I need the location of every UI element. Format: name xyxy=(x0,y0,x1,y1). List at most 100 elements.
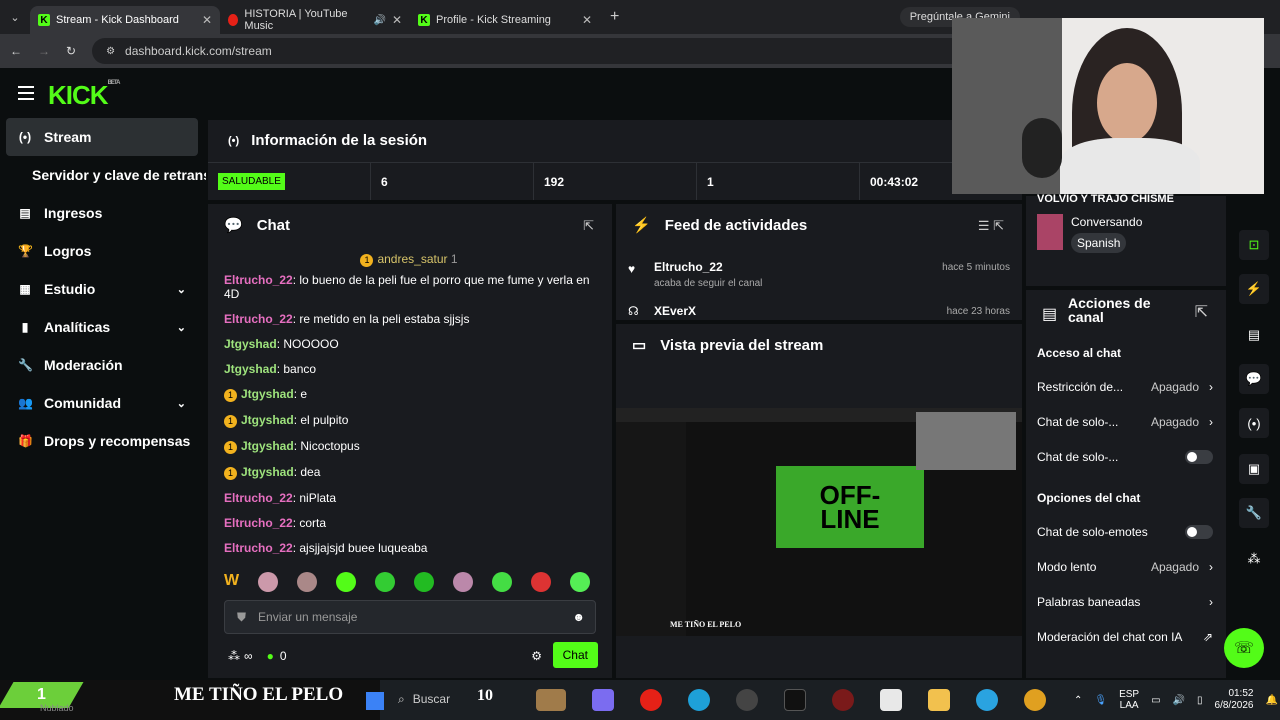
copilot-icon[interactable] xyxy=(592,689,614,711)
badge-icon: 1 xyxy=(224,467,237,480)
sidebar-item-drops[interactable]: 🎁 Drops y recompensas xyxy=(0,422,206,460)
search-field[interactable]: ⌕ Buscar xyxy=(398,692,450,707)
chat-username[interactable]: Eltrucho_22 xyxy=(224,273,293,287)
emote-icon[interactable] xyxy=(258,572,279,592)
chat-username[interactable]: Jtgyshad xyxy=(241,465,294,479)
notification-icon[interactable]: 🔔 xyxy=(1265,695,1277,706)
emoji-icon[interactable]: ☻ xyxy=(572,610,585,624)
tab-kick-profile[interactable]: K Profile - Kick Streaming ✕ xyxy=(410,6,600,34)
webcam-overlay xyxy=(952,18,1264,194)
start-icon[interactable] xyxy=(366,692,384,710)
chrome-icon[interactable] xyxy=(1024,689,1046,711)
folder-icon[interactable] xyxy=(928,689,950,711)
emote-icon[interactable] xyxy=(375,572,396,592)
emote-icon[interactable] xyxy=(453,572,474,592)
row-palabras[interactable]: Palabras baneadas › xyxy=(1037,595,1213,609)
send-chat-button[interactable]: Chat xyxy=(552,642,598,668)
sidebar-item-analiticas[interactable]: ▮ Analíticas ⌄ xyxy=(0,308,206,346)
sidebar-item-stream[interactable]: (•) Stream xyxy=(6,118,198,156)
url-field[interactable]: ⚙ dashboard.kick.com/stream xyxy=(92,38,993,64)
sidebar-item-logros[interactable]: 🏆 Logros xyxy=(0,232,206,270)
emote-icon[interactable] xyxy=(492,572,513,592)
row-modo-lento[interactable]: Modo lento Apagado › xyxy=(1037,560,1213,574)
chat-username[interactable]: Jtgyshad xyxy=(241,413,294,427)
youtube-icon[interactable] xyxy=(640,689,662,711)
sidebar-item-servidor[interactable]: Servidor y clave de retransmisión xyxy=(0,156,206,194)
layout-icon[interactable]: ▣ xyxy=(1239,454,1269,484)
tiktok-icon[interactable] xyxy=(784,689,806,711)
toggle[interactable] xyxy=(1185,450,1213,464)
emote-icon[interactable] xyxy=(531,572,552,592)
notes-icon[interactable]: ▤ xyxy=(1239,320,1269,350)
chat-username[interactable]: Eltrucho_22 xyxy=(224,516,293,530)
chevron-down-icon: ⌄ xyxy=(176,321,186,334)
tab-kick-dashboard[interactable]: K Stream - Kick Dashboard ✕ xyxy=(30,6,220,34)
sidebar-item-ingresos[interactable]: ▤ Ingresos xyxy=(0,194,206,232)
close-tab-icon[interactable]: ✕ xyxy=(392,13,402,27)
row-restriccion[interactable]: Restricción de... Apagado › xyxy=(1037,380,1213,394)
sidebar-item-comunidad[interactable]: 👥 Comunidad ⌄ xyxy=(0,384,206,422)
telegram-icon[interactable] xyxy=(976,689,998,711)
chat-username[interactable]: Jtgyshad xyxy=(224,337,277,351)
emote-icon[interactable] xyxy=(570,572,591,592)
shield-icon: ⛊ xyxy=(237,609,247,624)
volume-icon[interactable]: 🔊 xyxy=(1173,695,1185,706)
sidebar-item-estudio[interactable]: ▦ Estudio ⌄ xyxy=(0,270,206,308)
sidebar-item-moderacion[interactable]: 🔧 Moderación xyxy=(0,346,206,384)
chat-username[interactable]: Jtgyshad xyxy=(224,362,277,376)
menu-icon[interactable] xyxy=(18,86,34,100)
language-indicator[interactable]: ESP LAA xyxy=(1119,689,1139,711)
site-info-icon[interactable]: ⚙ xyxy=(106,46,115,57)
chat-input[interactable]: ⛊ Enviar un mensaje ☻ xyxy=(224,600,596,634)
chat-message: Eltrucho_22: re metido en la peli estaba… xyxy=(224,312,594,326)
chevron-up-icon[interactable]: ⌃ xyxy=(1074,695,1082,706)
record-icon[interactable] xyxy=(832,689,854,711)
chat-username[interactable]: Jtgyshad xyxy=(241,387,294,401)
emote-icon[interactable] xyxy=(414,572,435,592)
popout-icon[interactable]: ⇱ xyxy=(1195,302,1208,322)
chat-text: : NOOOOO xyxy=(276,337,339,351)
row-solo-1[interactable]: Chat de solo-... Apagado › xyxy=(1037,415,1213,429)
row-solo-2[interactable]: Chat de solo-... xyxy=(1037,450,1213,464)
broadcast-icon[interactable]: (•) xyxy=(1239,408,1269,438)
emote-icon[interactable] xyxy=(297,572,318,592)
tab-youtube-music[interactable]: HISTORIA | YouTube Music 🔊 ✕ xyxy=(220,6,410,34)
preview-video[interactable]: OFF-LINE ME TIÑO EL PELO xyxy=(616,408,1022,636)
battery-icon[interactable]: ▯ xyxy=(1197,695,1203,706)
popout-icon[interactable]: ⇱ xyxy=(583,218,594,234)
store-icon[interactable] xyxy=(880,689,902,711)
chat-username[interactable]: Eltrucho_22 xyxy=(224,541,293,555)
chat-username[interactable]: Eltrucho_22 xyxy=(224,312,293,326)
tab-list-chevron-icon[interactable]: ⌄ xyxy=(0,11,30,24)
bolt-icon[interactable]: ⚡ xyxy=(1239,274,1269,304)
reload-icon[interactable]: ↻ xyxy=(66,44,76,58)
support-button[interactable]: ☏ xyxy=(1224,628,1264,668)
network-icon[interactable]: ▭ xyxy=(1151,695,1160,706)
close-tab-icon[interactable]: ✕ xyxy=(202,13,212,27)
mic-icon[interactable]: 🎙 xyxy=(1094,695,1107,706)
chat-username[interactable]: Eltrucho_22 xyxy=(224,491,293,505)
emote-w[interactable]: W xyxy=(224,572,239,592)
popout-icon[interactable]: ☰ ⇱ xyxy=(978,218,1004,234)
row-emotes[interactable]: Chat de solo-emotes xyxy=(1037,525,1213,539)
edge-icon[interactable] xyxy=(688,689,710,711)
chat-bubble-icon[interactable]: 💬 xyxy=(1239,364,1269,394)
wrench-icon[interactable]: 🔧 xyxy=(1239,498,1269,528)
kick-logo[interactable]: KICKBETA xyxy=(48,80,120,111)
clock[interactable]: 01:52 6/8/2026 xyxy=(1215,688,1254,712)
forward-icon[interactable]: → xyxy=(38,44,50,58)
settings-icon[interactable]: ⚙ xyxy=(531,649,542,663)
chat-username[interactable]: Jtgyshad xyxy=(241,439,294,453)
row-moderacion-ia[interactable]: Moderación del chat con IA ⇗ xyxy=(1037,630,1213,644)
stream-title: VOLVIO Y TRAJO CHISME xyxy=(1037,193,1174,205)
back-icon[interactable]: ← xyxy=(10,44,22,58)
toggle[interactable] xyxy=(1185,525,1213,539)
emote-icon[interactable] xyxy=(336,572,357,592)
community-icon[interactable]: ⁂ xyxy=(1239,544,1269,574)
feed-item: ☊ XEverX hace 23 horas xyxy=(628,304,1010,318)
camera-icon[interactable]: ⊡ xyxy=(1239,230,1269,260)
obs-icon[interactable] xyxy=(736,689,758,711)
new-tab-button[interactable]: + xyxy=(610,8,619,26)
app-icon[interactable] xyxy=(536,689,566,711)
close-tab-icon[interactable]: ✕ xyxy=(582,13,592,27)
